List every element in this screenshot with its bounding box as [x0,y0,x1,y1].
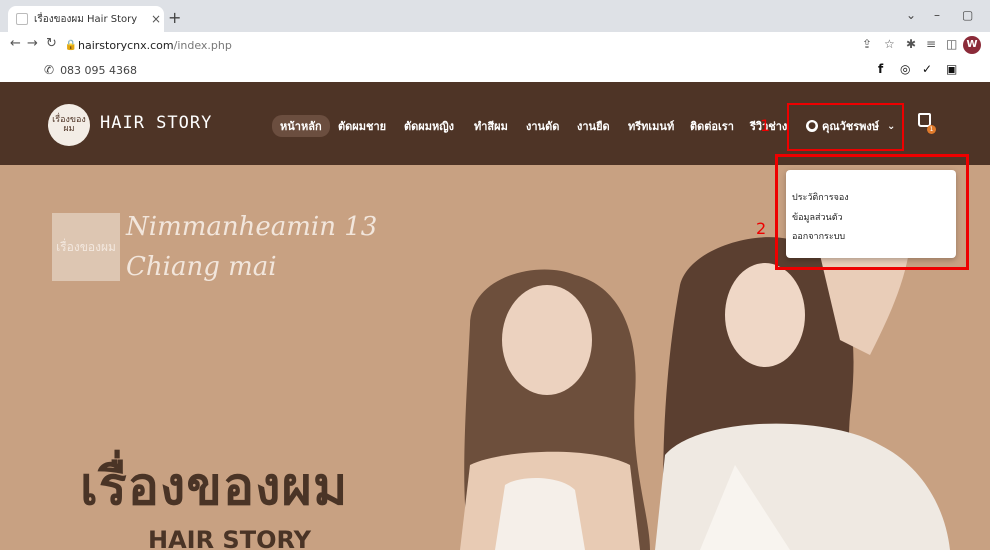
annotation-label-1: 1 [760,116,771,135]
minimize-icon[interactable]: – [934,8,940,22]
nav-men-haircut[interactable]: ตัดผมชาย [338,117,386,135]
annotation-box-1 [787,103,904,151]
forward-icon[interactable]: → [27,36,38,51]
nav-straighten[interactable]: งานยืด [577,117,610,135]
instagram-icon[interactable]: ◎ [900,62,910,76]
brand-name[interactable]: HAIR STORY [100,113,212,133]
annotation-label-2: 2 [756,219,767,238]
reload-icon[interactable]: ↻ [46,36,57,51]
nav-perm[interactable]: งานดัด [526,117,559,135]
url-host: hairstorycnx.com [78,38,174,52]
hero-logo: เรื่องของผม [52,213,120,281]
nav-contact[interactable]: ติดต่อเรา [690,117,734,135]
new-tab-button[interactable]: + [168,8,181,27]
url-path: /index.php [173,38,232,52]
profile-avatar[interactable]: W [963,36,981,54]
share-icon[interactable]: ⇪ [862,37,872,51]
close-tab-icon[interactable]: × [148,12,164,26]
address-bar[interactable]: 🔒 hairstorycnx.com/index.php [64,35,484,55]
lock-icon: 🔒 [64,39,78,51]
favicon-icon [16,13,28,25]
hero-title-thai: เรื่องของผม [80,457,349,517]
browser-toolbar: ← → ↻ 🔒 hairstorycnx.com/index.php ⇪ ☆ ✱… [0,32,990,59]
bookmark-star-icon[interactable]: ☆ [884,37,895,51]
site-topbar: ✆ 083 095 4368 f ◎ ✓ ▣ [0,58,990,82]
cart-count-badge: 1 [927,125,936,134]
nav-treatment[interactable]: ทรีทเมนท์ [628,117,674,135]
reading-list-icon[interactable]: ≡ [926,37,936,51]
facebook-icon[interactable]: f [878,62,883,76]
browser-tab[interactable]: เรื่องของผม Hair Story × [8,6,164,32]
site-logo[interactable]: เรื่องของผม [48,104,90,146]
annotation-box-2 [775,154,969,270]
side-panel-icon[interactable]: ◫ [946,37,957,51]
back-icon[interactable]: ← [10,36,21,51]
phone-icon: ✆ [44,63,55,77]
twitter-icon[interactable]: ✓ [922,62,932,76]
phone-contact[interactable]: ✆ 083 095 4368 [44,63,137,77]
tab-title: เรื่องของผม Hair Story [34,13,138,25]
tab-search-icon[interactable]: ⌄ [906,8,916,22]
maximize-icon[interactable]: ▢ [962,8,973,22]
phone-number: 083 095 4368 [60,63,138,77]
hero-script-line1: Nimmanheamin 13 [126,212,378,242]
browser-tab-bar: เรื่องของผม Hair Story × + ⌄ – ▢ [0,0,990,32]
extensions-icon[interactable]: ✱ [906,37,916,51]
nav-hair-color[interactable]: ทำสีผม [474,117,508,135]
nav-home[interactable]: หน้าหลัก [272,115,330,137]
nav-women-haircut[interactable]: ตัดผมหญิง [404,117,454,135]
hero-script-line2: Chiang mai [126,252,277,282]
line-icon[interactable]: ▣ [946,62,957,76]
